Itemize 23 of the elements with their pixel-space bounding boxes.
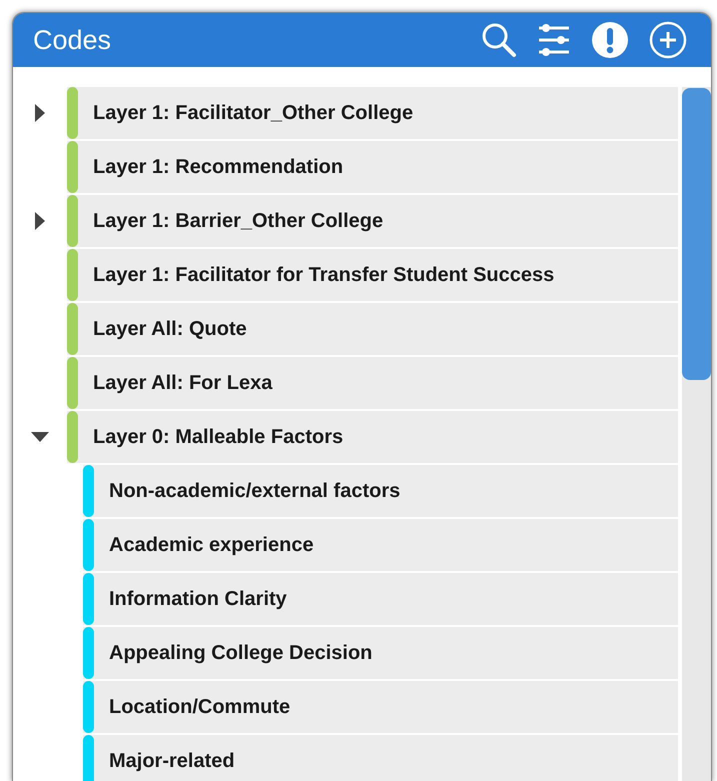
code-item[interactable]: Layer All: Quote [67, 303, 678, 355]
add-icon[interactable] [649, 21, 687, 59]
code-item[interactable]: Information Clarity [83, 573, 678, 625]
code-item[interactable]: Layer 1: Barrier_Other College [67, 195, 678, 247]
code-item[interactable]: Non-academic/external factors [83, 465, 678, 517]
code-item[interactable]: Layer 1: Recommendation [67, 141, 678, 193]
code-item[interactable]: Layer 1: Facilitator_Other College [67, 87, 678, 139]
expand-caret-icon[interactable] [35, 212, 45, 230]
code-item[interactable]: Layer 1: Facilitator for Transfer Student Success [67, 249, 678, 301]
alert-icon[interactable] [591, 21, 629, 59]
code-item[interactable]: Major-related [83, 735, 678, 781]
scrollbar-thumb[interactable] [682, 88, 711, 380]
panel-title: Codes [33, 24, 112, 56]
code-item[interactable]: Layer All: For Lexa [67, 357, 678, 409]
expand-caret-icon[interactable] [35, 104, 45, 122]
code-item[interactable]: Appealing College Decision [83, 627, 678, 679]
scrollbar-track[interactable] [682, 87, 711, 781]
code-item[interactable]: Location/Commute [83, 681, 678, 733]
collapse-caret-icon[interactable] [31, 432, 49, 442]
filter-sliders-icon[interactable] [537, 22, 571, 58]
code-item[interactable]: Layer 0: Malleable Factors [67, 411, 678, 463]
code-item[interactable]: Academic experience [83, 519, 678, 571]
search-icon[interactable] [481, 22, 517, 58]
